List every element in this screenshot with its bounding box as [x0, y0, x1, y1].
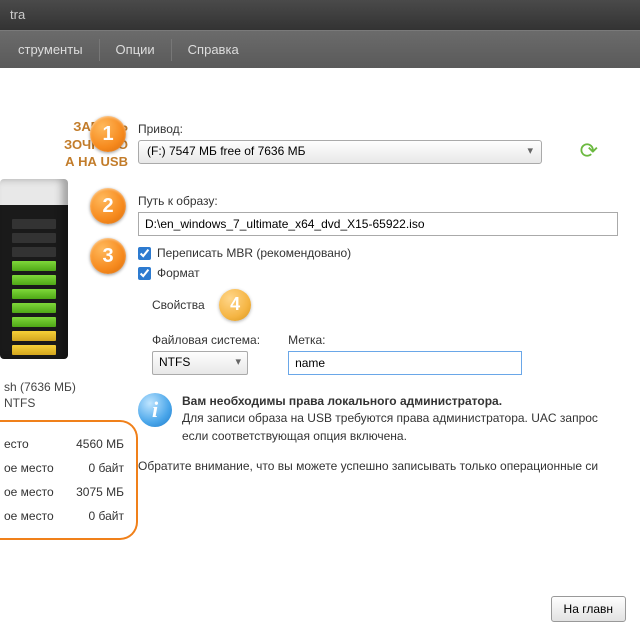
step-badge-3: 3	[90, 238, 126, 274]
step-badge-4: 4	[219, 289, 251, 321]
info-text: Вам необходимы права локального админист…	[182, 393, 598, 445]
filesystem-label: Файловая система:	[152, 333, 260, 347]
content-area: ЗАПИСЬ ЗОЧНОГО А НА USB sh (7636 МБ) NTF…	[0, 68, 640, 640]
stats-box: есто4560 МБ ое место0 байт ое место3075 …	[0, 420, 138, 540]
image-path-label: Путь к образу:	[138, 194, 628, 208]
menu-tools[interactable]: струменты	[4, 36, 97, 63]
right-column: 1 Привод: (F:) 7547 МБ free of 7636 МБ ⟳…	[138, 122, 640, 473]
left-column: ЗАПИСЬ ЗОЧНОГО А НА USB sh (7636 МБ) NTF…	[0, 118, 138, 540]
step-badge-1: 1	[90, 116, 126, 152]
window-title: tra	[10, 7, 25, 22]
step-badge-2: 2	[90, 188, 126, 224]
menu-options[interactable]: Опции	[102, 36, 169, 63]
info-icon: i	[138, 393, 172, 427]
image-path-input[interactable]	[138, 212, 618, 236]
volume-label-label: Метка:	[288, 333, 522, 347]
stat-row: ое место0 байт	[0, 504, 128, 528]
stat-row: есто4560 МБ	[0, 432, 128, 456]
usb-body-icon	[0, 179, 68, 359]
menubar: струменты Опции Справка	[0, 30, 640, 68]
info-box: i Вам необходимы права локального админи…	[138, 393, 628, 445]
volume-label-input[interactable]	[288, 351, 522, 375]
rewrite-mbr-checkbox[interactable]	[138, 247, 151, 260]
refresh-icon[interactable]: ⟳	[580, 138, 598, 164]
menu-help[interactable]: Справка	[174, 36, 253, 63]
drive-select[interactable]: (F:) 7547 МБ free of 7636 МБ	[138, 140, 542, 164]
properties-heading: Свойства	[152, 298, 205, 312]
titlebar: tra	[0, 0, 640, 30]
menu-separator	[171, 39, 172, 61]
rewrite-mbr-label: Переписать MBR (рекомендовано)	[157, 246, 351, 260]
format-checkbox[interactable]	[138, 267, 151, 280]
format-label: Формат	[157, 266, 200, 280]
stat-row: ое место3075 МБ	[0, 480, 128, 504]
menu-separator	[99, 39, 100, 61]
stat-row: ое место0 байт	[0, 456, 128, 480]
home-button[interactable]: На главн	[551, 596, 626, 622]
note-text: Обратите внимание, что вы можете успешно…	[138, 459, 628, 473]
drive-name: sh (7636 МБ)	[0, 374, 138, 394]
filesystem-select[interactable]: NTFS	[152, 351, 248, 375]
drive-label: Привод:	[138, 122, 628, 136]
drive-filesystem: NTFS	[0, 394, 138, 410]
